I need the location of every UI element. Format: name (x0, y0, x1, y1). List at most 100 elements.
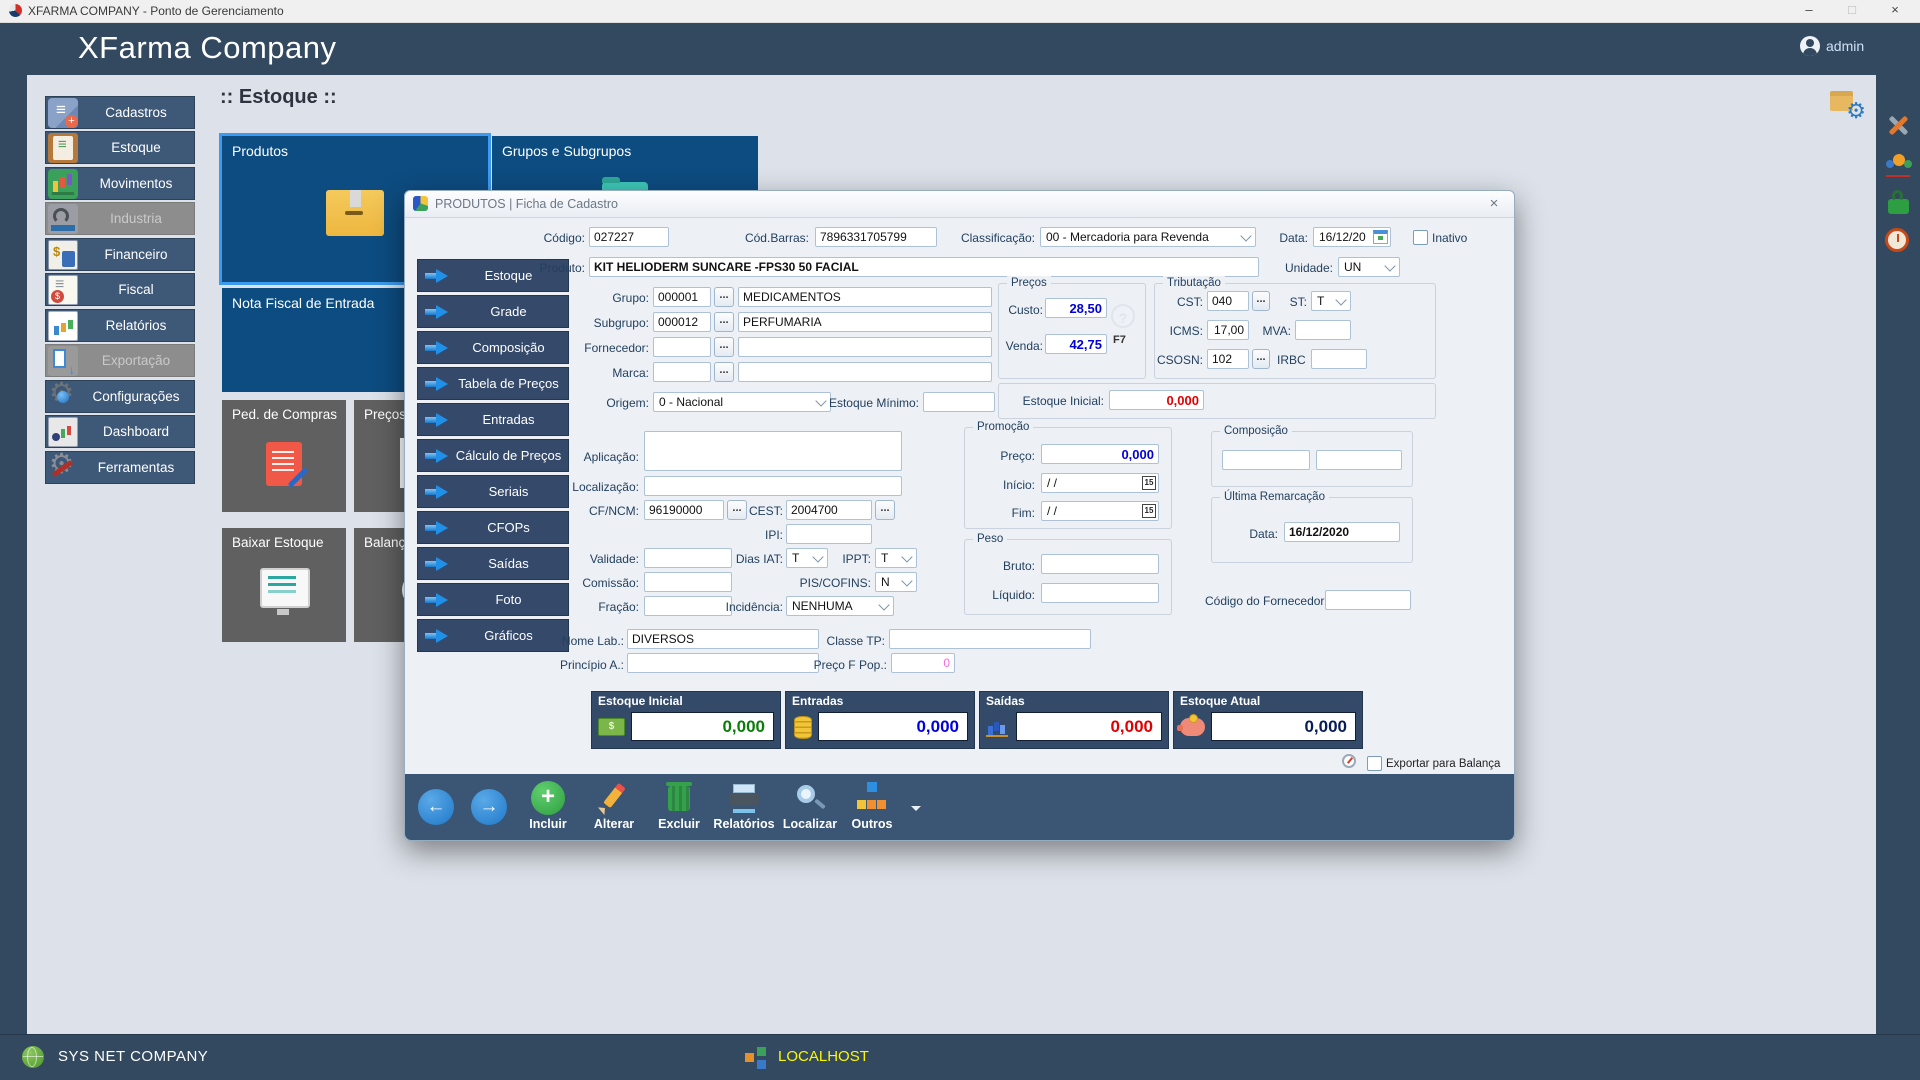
incidencia-select[interactable]: NENHUMA (786, 596, 894, 616)
cest-input[interactable] (786, 500, 872, 520)
users-icon[interactable] (1884, 150, 1912, 178)
sidebar-item-label: Ferramentas (78, 460, 194, 475)
cf-ncm-lookup-button[interactable]: ... (727, 500, 747, 520)
aplicacao-textarea[interactable] (644, 431, 902, 471)
comissao-input[interactable] (644, 572, 732, 592)
calendar-icon[interactable]: 15 (1142, 476, 1156, 490)
csosn-input[interactable] (1207, 349, 1249, 369)
nav-forward-button[interactable]: → (471, 789, 507, 825)
user-menu[interactable]: admin (1800, 36, 1864, 56)
peso-liquido-input[interactable] (1041, 583, 1159, 603)
dialog-close-icon[interactable]: × (1484, 194, 1504, 214)
calendar-icon[interactable] (1373, 230, 1388, 244)
marca-code-input[interactable] (653, 362, 711, 382)
pis-cofins-select[interactable]: N (875, 572, 917, 592)
cst-input[interactable] (1207, 291, 1249, 311)
sidebar-item-dashboard[interactable]: Dashboard (45, 415, 195, 448)
grupo-lookup-button[interactable]: ... (714, 287, 734, 307)
section-title: :: Estoque :: (220, 86, 337, 109)
outros-dropdown-caret[interactable] (911, 806, 921, 816)
data-input[interactable]: 16/12/20 (1313, 227, 1391, 247)
tools-icon[interactable] (1884, 112, 1912, 140)
promocao-inicio-input[interactable]: / /15 (1041, 473, 1159, 493)
composicao-input-1[interactable] (1222, 450, 1310, 470)
localizar-button[interactable]: Localizar (777, 781, 843, 831)
preco-f-pop-input[interactable] (891, 653, 955, 673)
nome-lab-input[interactable] (627, 629, 819, 649)
codigo-input[interactable] (589, 227, 669, 247)
irbc-input[interactable] (1311, 349, 1367, 369)
peso-bruto-label: Bruto: (973, 556, 1035, 576)
relatorios-button[interactable]: Relatórios (711, 781, 777, 831)
sidebar-item-movimentos[interactable]: Movimentos (45, 167, 195, 200)
os-titlebar: XFARMA COMPANY - Ponto de Gerenciamento … (0, 0, 1920, 23)
maximize-button[interactable]: □ (1836, 0, 1868, 22)
minimize-button[interactable]: – (1793, 0, 1825, 22)
st-select[interactable]: T (1311, 291, 1351, 311)
dialog-titlebar[interactable]: PRODUTOS | Ficha de Cadastro × (405, 191, 1514, 218)
cod-barras-input[interactable] (815, 227, 937, 247)
mva-input[interactable] (1295, 320, 1351, 340)
localizacao-input[interactable] (644, 476, 902, 496)
cst-lookup-button[interactable]: ... (1252, 291, 1270, 311)
classe-tp-input[interactable] (889, 629, 1091, 649)
sidebar-item-ferramentas[interactable]: Ferramentas (45, 451, 195, 484)
sidebar-item-financeiro[interactable]: Financeiro (45, 238, 195, 271)
dias-iat-select[interactable]: T (786, 548, 828, 568)
outros-button[interactable]: Outros (839, 781, 905, 831)
fornecedor-name-input[interactable] (738, 337, 992, 357)
origem-select[interactable]: 0 - Nacional (653, 392, 831, 412)
stopwatch-icon[interactable] (1884, 226, 1912, 254)
cf-ncm-input[interactable] (644, 500, 724, 520)
custo-input[interactable] (1045, 298, 1107, 318)
incluir-button[interactable]: + Incluir (515, 781, 581, 831)
promocao-preco-input[interactable] (1041, 444, 1159, 464)
peso-bruto-input[interactable] (1041, 554, 1159, 574)
close-button[interactable]: × (1879, 0, 1911, 22)
ipi-input[interactable] (786, 524, 872, 544)
produto-input[interactable] (589, 257, 1259, 277)
grupo-name-input[interactable] (738, 287, 992, 307)
estoque-minimo-input[interactable] (923, 392, 995, 412)
sidebar-item-estoque[interactable]: Estoque (45, 131, 195, 164)
tile-ped-compras[interactable]: Ped. de Compras (222, 400, 346, 512)
composicao-input-2[interactable] (1316, 450, 1402, 470)
venda-input[interactable] (1045, 334, 1107, 354)
csosn-lookup-button[interactable]: ... (1252, 349, 1270, 369)
help-icon[interactable]: ? (1111, 304, 1135, 328)
subgrupo-lookup-button[interactable]: ... (714, 312, 734, 332)
marca-lookup-button[interactable]: ... (714, 362, 734, 382)
sidebar-item-label: Exportação (78, 353, 194, 368)
sidebar-item-cadastros[interactable]: Cadastros (45, 96, 195, 129)
lock-icon[interactable] (1884, 188, 1912, 216)
fornecedor-code-input[interactable] (653, 337, 711, 357)
promocao-fim-input[interactable]: / /15 (1041, 501, 1159, 521)
estoque-inicial-input[interactable] (1109, 390, 1204, 410)
cest-lookup-button[interactable]: ... (875, 500, 895, 520)
calendar-icon[interactable]: 15 (1142, 504, 1156, 518)
stock-settings-icon[interactable] (1830, 86, 1864, 118)
subgrupo-code-input[interactable] (653, 312, 711, 332)
grupo-code-input[interactable] (653, 287, 711, 307)
classificacao-select[interactable]: 00 - Mercadoria para Revenda (1040, 227, 1256, 247)
tile-baixar-estoque[interactable]: Baixar Estoque (222, 528, 346, 642)
fornecedor-lookup-button[interactable]: ... (714, 337, 734, 357)
remarcacao-data-input[interactable] (1284, 522, 1400, 542)
icms-input[interactable] (1207, 320, 1249, 340)
unidade-select[interactable]: UN (1338, 257, 1400, 277)
codigo-fornecedor-input[interactable] (1325, 590, 1411, 610)
marca-name-input[interactable] (738, 362, 992, 382)
ippt-select[interactable]: T (875, 548, 917, 568)
tile-label: Grupos e Subgrupos (502, 143, 631, 159)
summary-entradas: Entradas 0,000 (785, 691, 975, 749)
inativo-checkbox[interactable] (1413, 230, 1428, 245)
excluir-button[interactable]: Excluir (646, 781, 712, 831)
sidebar-item-fiscal[interactable]: Fiscal (45, 273, 195, 306)
sidebar-item-configuracoes[interactable]: Configurações (45, 380, 195, 413)
exportar-balanca-checkbox[interactable] (1367, 756, 1382, 771)
nav-back-button[interactable]: ← (418, 789, 454, 825)
alterar-button[interactable]: Alterar (581, 781, 647, 831)
principio-a-input[interactable] (627, 653, 819, 673)
sidebar-item-relatorios[interactable]: Relatórios (45, 309, 195, 342)
subgrupo-name-input[interactable] (738, 312, 992, 332)
